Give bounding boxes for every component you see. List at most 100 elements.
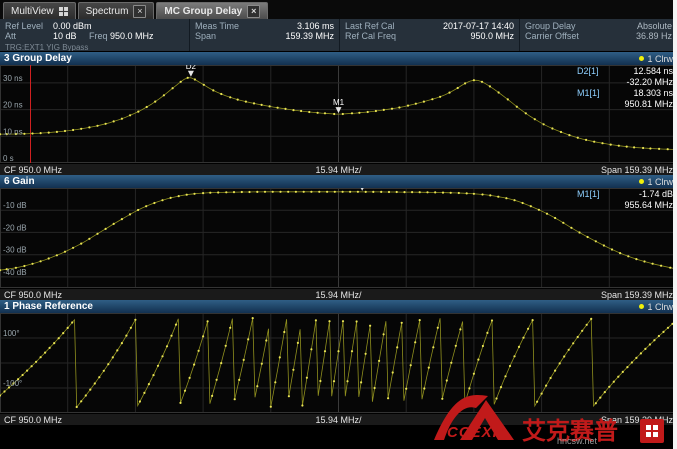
axis-footer: CF 950.0 MHz 15.94 MHz/ Span 159.39 MHz: [0, 288, 677, 300]
header-col-refcal[interactable]: Last Ref Cal2017-07-17 14:40 Ref Cal Fre…: [340, 19, 520, 51]
trace-dot: [372, 191, 374, 193]
ref-level-value: 0.00 dBm: [53, 21, 92, 31]
span-value: 159.39 MHz: [285, 31, 334, 41]
span-readout: Span 159.39 MHz: [601, 165, 673, 175]
close-tab-icon[interactable]: ×: [133, 5, 146, 18]
trace-dot: [349, 191, 351, 193]
trace-dot: [107, 363, 109, 365]
center-frequency: CF 950.0 MHz: [4, 165, 62, 175]
trace-dot: [146, 106, 148, 108]
trace-dot: [554, 370, 556, 372]
panel-title-bar[interactable]: 1 Phase Reference 1 Clrw: [0, 300, 677, 313]
trace-dot: [229, 96, 231, 98]
trace-color-dot: [639, 304, 644, 309]
trace-dot: [31, 263, 33, 265]
trace-dot: [603, 244, 605, 246]
header-col-sweep[interactable]: Meas Time3.106 ms Span159.39 MHz: [190, 19, 340, 51]
analyzer-window: MultiView Spectrum × MC Group Delay × Re…: [0, 0, 677, 449]
trace-dot: [593, 141, 595, 143]
y-axis-label: 20 ns: [3, 101, 23, 110]
phase-trace-svg[interactable]: 100°-100°: [0, 313, 677, 413]
freq-value: 950.0 MHz: [110, 31, 154, 41]
trace-dot: [193, 364, 195, 366]
trace-dot: [450, 192, 452, 194]
marker-M1[interactable]: M1: [333, 98, 345, 113]
trace-dot: [434, 191, 436, 193]
close-tab-icon[interactable]: ×: [247, 5, 260, 18]
header-col-level[interactable]: Ref Level0.00 dBm Att10 dBFreq 950.0 MHz…: [0, 19, 190, 51]
trace-dot: [22, 374, 24, 376]
trace-dot: [604, 391, 606, 393]
trace-dot: [410, 364, 412, 366]
trace-dot: [229, 327, 231, 329]
group-delay-mode: Absolute: [637, 21, 672, 31]
trace-dot: [40, 356, 42, 358]
trace-dot: [545, 385, 547, 387]
tab-spectrum[interactable]: Spectrum ×: [78, 2, 155, 19]
trace-dot: [611, 248, 613, 250]
group-delay-plot-area[interactable]: 30 ns20 ns10 ns0 sD2M1 D2[1]12.584 ns-32…: [0, 65, 677, 163]
trace-dot: [617, 376, 619, 378]
trace-dot: [175, 324, 177, 326]
trace-dot: [129, 213, 131, 215]
trace-dot: [40, 132, 42, 134]
trace-dot: [324, 350, 326, 352]
trace-dot: [166, 345, 168, 347]
trace-dot: [522, 202, 524, 204]
trace-dot: [522, 337, 524, 339]
group-delay-trace-svg[interactable]: 30 ns20 ns10 ns0 sD2M1: [0, 65, 677, 163]
trace-dot: [383, 333, 385, 335]
meas-time-value: 3.106 ms: [297, 21, 334, 31]
last-ref-cal-value: 2017-07-17 14:40: [443, 21, 514, 31]
trace-dot: [170, 335, 172, 337]
header-col-groupdelay[interactable]: Group DelayAbsolute Carrier Offset36.89 …: [520, 19, 677, 51]
marker-D2[interactable]: D2: [186, 65, 197, 77]
trace-dot: [378, 360, 380, 362]
trace-dot: [513, 355, 515, 357]
trace-dot: [53, 342, 55, 344]
trace-dot: [577, 336, 579, 338]
trace-dot: [500, 386, 502, 388]
gain-plot-area[interactable]: -10 dB-20 dB-30 dB-40 dBM1 M1[1]-1.74 dB…: [0, 188, 677, 288]
tab-mc-group-delay[interactable]: MC Group Delay ×: [156, 2, 268, 19]
trace-dot: [125, 335, 127, 337]
watermark-badge-icon: [640, 419, 664, 443]
trace-dot: [318, 191, 320, 193]
trace-dot: [662, 331, 664, 333]
trace-dot: [237, 99, 239, 101]
multiview-grid-icon: [59, 7, 68, 16]
trace-dot: [380, 191, 382, 193]
trace-dot: [44, 352, 46, 354]
trigger-status: TRG:EXT1 YIG Bypass: [5, 43, 184, 51]
phase-plot-area[interactable]: 100°-100°: [0, 313, 677, 413]
trace-dot: [308, 111, 310, 113]
trace-dot: [315, 319, 317, 321]
trace-dot: [103, 370, 105, 372]
trace-dot: [139, 400, 141, 402]
trace-dot: [660, 265, 662, 267]
trace-dot: [635, 258, 637, 260]
trace-dot: [56, 131, 58, 133]
trace-dot: [67, 327, 69, 329]
trace-dot: [635, 357, 637, 359]
tab-multiview[interactable]: MultiView: [3, 2, 76, 19]
panel-title-bar[interactable]: 3 Group Delay 1 Clrw: [0, 52, 677, 65]
trace-dot: [137, 111, 139, 113]
trace-dot: [326, 191, 328, 193]
trace-dot: [225, 345, 227, 347]
trace-dot: [388, 191, 390, 193]
trace-dot: [618, 145, 620, 147]
trace-dot: [601, 142, 603, 144]
trace-dot: [387, 397, 389, 399]
trace-dot: [482, 345, 484, 347]
trace-dot: [261, 363, 263, 365]
trace-dot: [570, 227, 572, 229]
trace-dot: [40, 260, 42, 262]
trace-legend: 1 Clrw: [639, 302, 673, 312]
trace-dot: [310, 348, 312, 350]
gain-trace-svg[interactable]: -10 dB-20 dB-30 dB-40 dBM1: [0, 188, 677, 288]
trace-dot: [342, 191, 344, 193]
trace-dot: [333, 113, 335, 115]
panel-title-bar[interactable]: 6 Gain 1 Clrw: [0, 175, 677, 188]
marker-readout-row: 950.81 MHz: [577, 99, 673, 110]
